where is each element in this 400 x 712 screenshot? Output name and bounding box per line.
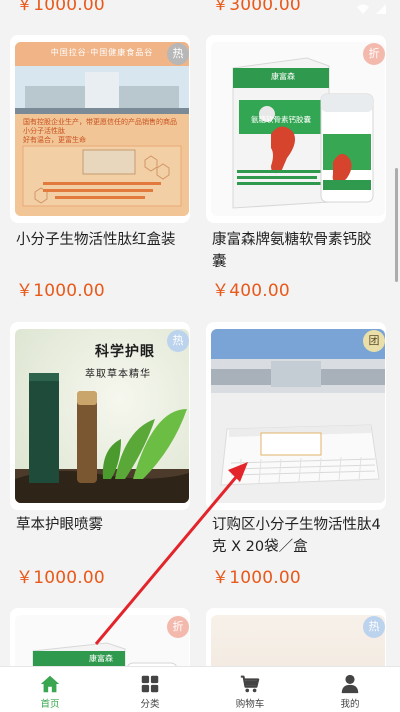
home-icon: [40, 675, 60, 693]
tab-label: 首页: [40, 699, 60, 710]
bottom-tab-bar: 首页 分类 购物车 我的: [0, 666, 400, 712]
tab-label: 购物车: [235, 699, 265, 710]
tab-mine[interactable]: 我的: [300, 667, 400, 712]
tab-label: 我的: [340, 699, 360, 710]
user-icon: [341, 674, 359, 694]
product-feed[interactable]: ￥1000.00 ￥3000.00 中国拉谷·中国健康食品谷 国有控股企业生产，…: [0, 0, 400, 666]
cart-icon: [240, 675, 260, 693]
tab-label: 分类: [140, 699, 160, 710]
annotation-arrow: [94, 462, 248, 645]
tab-cart[interactable]: 购物车: [200, 667, 300, 712]
tab-category[interactable]: 分类: [100, 667, 200, 712]
grid-icon: [141, 675, 159, 693]
tab-home[interactable]: 首页: [0, 667, 100, 712]
scrollbar[interactable]: [395, 168, 398, 282]
